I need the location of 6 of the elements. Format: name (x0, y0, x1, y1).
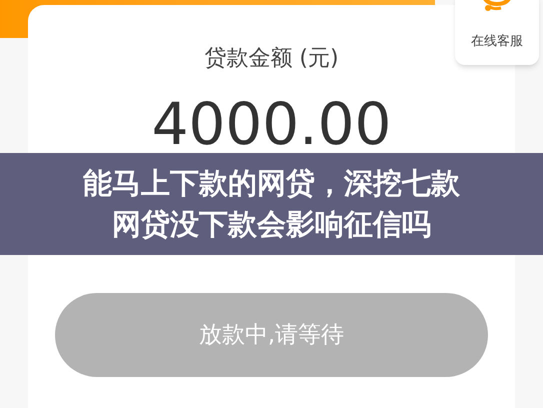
loan-amount-label: 贷款金额 (元) (204, 45, 339, 73)
support-label: 在线客服 (471, 32, 523, 50)
banner-title-line: 网贷没下款会影响征信吗 (112, 206, 431, 243)
loan-amount: 4000.00 (152, 95, 392, 153)
support-widget[interactable]: 在线客服 (455, 0, 539, 65)
banner-title-line: 能马上下款的网贷，深挖七款 (83, 165, 460, 202)
